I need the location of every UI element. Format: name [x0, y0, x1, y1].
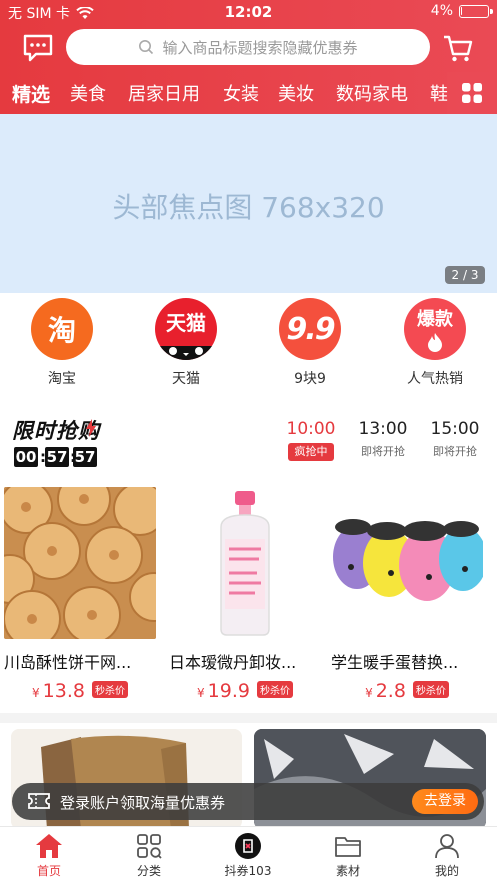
tab-women-clothing[interactable]: 女装 — [223, 80, 259, 106]
entry-label: 9块9 — [294, 371, 326, 387]
nav-label: 分类 — [136, 864, 161, 878]
product-price: ¥2.8 秒杀价 — [331, 680, 483, 702]
section-divider — [0, 713, 497, 723]
countdown-seconds: 57 — [73, 447, 97, 467]
product-card[interactable]: 日本瑷微丹卸妆... ¥19.9 秒杀价 — [169, 487, 321, 702]
slot-status: 即将开抢 — [433, 445, 477, 458]
nine-nine-icon: 9.9 — [279, 298, 341, 360]
message-icon — [23, 34, 53, 62]
login-prompt-text: 登录账户领取海量优惠券 — [60, 794, 226, 812]
slot-time: 10:00 — [286, 419, 336, 439]
banner-text: 头部焦点图 768x320 — [112, 191, 385, 224]
cart-button[interactable] — [442, 32, 474, 64]
slot-status: 疯抢中 — [288, 443, 334, 461]
nav-label: 抖券103 — [224, 864, 272, 878]
seckill-badge: 秒杀价 — [256, 681, 293, 698]
taobao-icon: 淘 — [31, 298, 93, 360]
product-name: 日本瑷微丹卸妆... — [169, 653, 297, 672]
battery-icon — [459, 4, 493, 18]
countdown-minutes: 57 — [45, 447, 69, 467]
entry-label: 人气热销 — [407, 371, 463, 387]
flash-sale-products: 川岛酥性饼干网... ¥13.8 秒杀价 日本瑷微丹卸妆... ¥19.9 秒杀… — [0, 487, 497, 707]
slot-time: 15:00 — [430, 419, 480, 439]
search-input[interactable]: 输入商品标题搜索隐藏优惠券 — [66, 29, 430, 65]
nav-category[interactable]: 分类 — [109, 831, 189, 879]
seckill-badge: 秒杀价 — [91, 681, 128, 698]
all-categories-button[interactable] — [447, 72, 497, 114]
slot-1300[interactable]: 13:00 即将开抢 — [353, 419, 413, 461]
status-bar: 无 SIM 卡 12:02 4% — [0, 0, 497, 24]
nav-label: 素材 — [335, 864, 360, 878]
banner-carousel[interactable]: 头部焦点图 768x320 2 / 3 — [0, 114, 497, 293]
nav-label: 首页 — [36, 864, 61, 878]
product-name: 川岛酥性饼干网... — [4, 653, 132, 672]
hot-sale-icon: 爆款 — [404, 298, 466, 360]
login-prompt-bar: 登录账户领取海量优惠券 去登录 — [12, 783, 484, 820]
entry-nine-nine[interactable]: 9.9 9块9 — [270, 298, 350, 388]
search-icon — [139, 40, 154, 55]
cart-icon — [444, 35, 473, 62]
product-price: ¥19.9 秒杀价 — [169, 680, 321, 702]
tab-shoes[interactable]: 鞋 — [430, 80, 448, 106]
nav-home[interactable]: 首页 — [9, 831, 89, 879]
lightning-icon — [86, 419, 96, 437]
grid-icon — [462, 83, 482, 103]
nav-mine[interactable]: 我的 — [407, 831, 487, 879]
tab-digital[interactable]: 数码家电 — [336, 80, 408, 106]
product-image-hand-warmers — [331, 487, 483, 639]
banner-pager: 2 / 3 — [445, 266, 485, 284]
entry-hot-sale[interactable]: 爆款 人气热销 — [395, 298, 475, 388]
slot-1000[interactable]: 10:00 疯抢中 — [281, 419, 341, 461]
product-card[interactable]: 川岛酥性饼干网... ¥13.8 秒杀价 — [4, 487, 156, 702]
message-button[interactable] — [22, 33, 54, 63]
countdown-hours: 00 — [14, 447, 38, 467]
coupon-icon — [28, 793, 50, 809]
product-name: 学生暖手蛋替换... — [331, 653, 459, 672]
category-icon — [137, 834, 162, 859]
tmall-icon: 天猫 — [155, 298, 217, 360]
tab-food[interactable]: 美食 — [70, 80, 106, 106]
login-button[interactable]: 去登录 — [412, 789, 478, 814]
nav-label: 我的 — [434, 864, 459, 878]
quick-entries: 淘 淘宝 天猫 天猫 9.9 9块9 爆款 人气热销 — [0, 298, 497, 390]
user-icon — [435, 834, 459, 859]
slot-status: 即将开抢 — [361, 445, 405, 458]
product-image-makeup-remover-bottle — [169, 487, 321, 639]
nav-douyin-coupon[interactable]: 抖券103 — [208, 831, 288, 879]
search-placeholder: 输入商品标题搜索隐藏优惠券 — [162, 38, 358, 57]
nav-materials[interactable]: 素材 — [308, 831, 388, 879]
status-time: 12:02 — [224, 3, 273, 21]
app-screen: 无 SIM 卡 12:02 4% 输入商品标题搜索隐藏优惠券 精选 美食 居家日… — [0, 0, 497, 883]
tab-beauty[interactable]: 美妆 — [278, 80, 314, 106]
product-card[interactable]: 学生暖手蛋替换... ¥2.8 秒杀价 — [331, 487, 483, 702]
douyin-coupon-icon — [235, 833, 261, 859]
entry-label: 天猫 — [172, 371, 200, 387]
entry-tmall[interactable]: 天猫 天猫 — [146, 298, 226, 388]
top-header: 无 SIM 卡 12:02 4% 输入商品标题搜索隐藏优惠券 精选 美食 居家日… — [0, 0, 497, 114]
product-price: ¥13.8 秒杀价 — [4, 680, 156, 702]
folder-icon — [335, 837, 361, 857]
slot-1500[interactable]: 15:00 即将开抢 — [425, 419, 485, 461]
tab-featured[interactable]: 精选 — [12, 80, 50, 107]
battery-percent: 4% — [430, 3, 453, 19]
product-image-biscuits — [4, 487, 156, 639]
seckill-badge: 秒杀价 — [412, 681, 449, 698]
category-tabs: 精选 美食 居家日用 女装 美妆 数码家电 鞋 — [0, 78, 497, 110]
entry-taobao[interactable]: 淘 淘宝 — [22, 298, 102, 388]
flash-sale-section: 限时抢购 00 : 57 : 57 10:00 疯抢中 13:00 即将开抢 1… — [0, 405, 497, 480]
slot-time: 13:00 — [358, 419, 408, 439]
bottom-nav: 首页 分类 抖券103 素材 我的 — [0, 826, 497, 883]
entry-label: 淘宝 — [48, 371, 76, 387]
home-icon — [36, 834, 62, 858]
tab-household[interactable]: 居家日用 — [128, 80, 200, 106]
battery-info: 4% — [430, 3, 493, 19]
